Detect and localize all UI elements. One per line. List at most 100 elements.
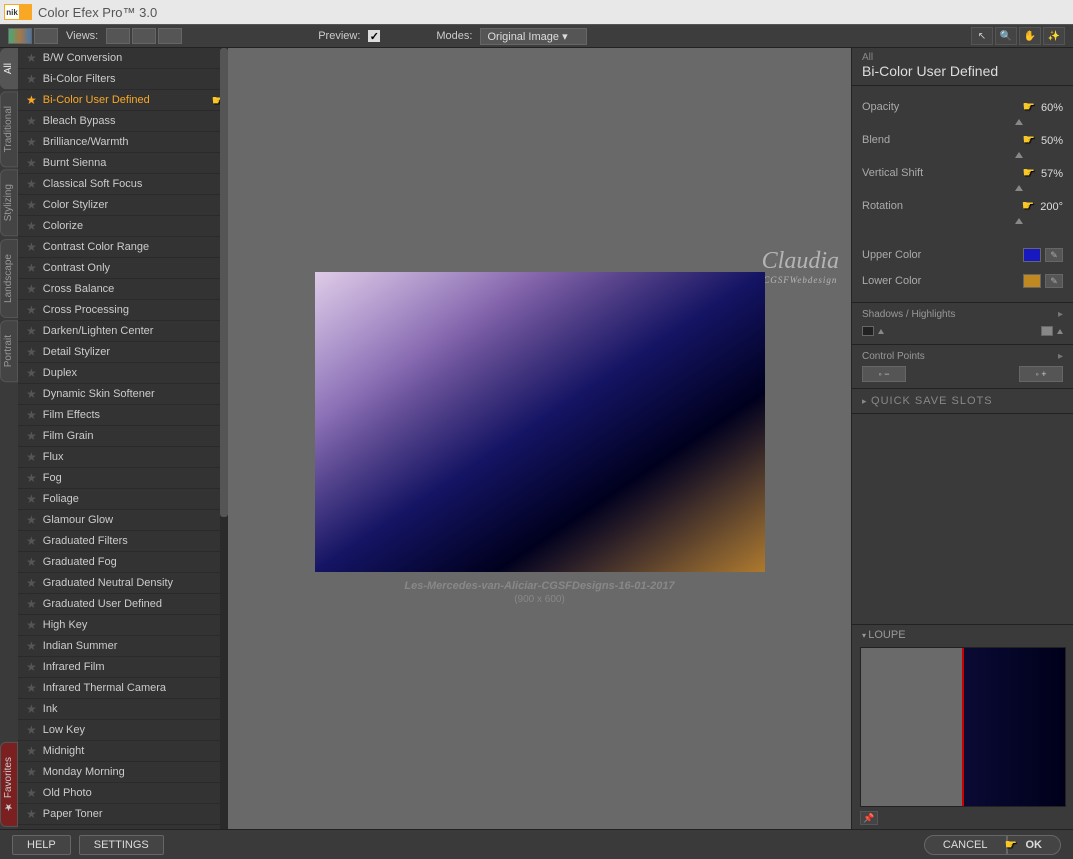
star-icon[interactable]: ★ bbox=[26, 177, 37, 191]
star-icon[interactable]: ★ bbox=[26, 324, 37, 338]
star-icon[interactable]: ★ bbox=[26, 156, 37, 170]
help-button[interactable]: HELP bbox=[12, 835, 71, 855]
star-icon[interactable]: ★ bbox=[26, 702, 37, 716]
slider-track[interactable] bbox=[862, 218, 1063, 226]
star-icon[interactable]: ★ bbox=[26, 471, 37, 485]
expand-icon[interactable]: ▸ bbox=[1058, 351, 1063, 362]
slider-row[interactable]: Vertical Shift☛57% bbox=[862, 160, 1063, 185]
pointer-tool-icon[interactable]: ↖ bbox=[971, 27, 993, 45]
slider-track[interactable] bbox=[862, 152, 1063, 160]
control-point-remove-button[interactable]: ◦ − bbox=[862, 366, 906, 382]
expand-icon[interactable]: ▸ bbox=[1058, 309, 1063, 320]
star-icon[interactable]: ★ bbox=[26, 93, 37, 107]
view-single-icon[interactable] bbox=[106, 28, 130, 44]
filmstrip-icon[interactable] bbox=[8, 28, 32, 44]
modes-select[interactable]: Original Image ▾ bbox=[480, 28, 586, 45]
filter-item[interactable]: ★Paper Toner bbox=[18, 804, 220, 825]
star-icon[interactable]: ★ bbox=[26, 282, 37, 296]
slider-row[interactable]: Blend☛50% bbox=[862, 127, 1063, 152]
filter-item[interactable]: ★Brilliance/Warmth bbox=[18, 132, 220, 153]
star-icon[interactable]: ★ bbox=[26, 114, 37, 128]
filter-item[interactable]: ★Cross Balance bbox=[18, 279, 220, 300]
loupe-pin-icon[interactable]: 📌 bbox=[860, 811, 878, 825]
star-icon[interactable]: ★ bbox=[26, 366, 37, 380]
star-icon[interactable]: ★ bbox=[26, 429, 37, 443]
slider-track[interactable] bbox=[862, 185, 1063, 193]
star-icon[interactable]: ★ bbox=[26, 261, 37, 275]
filter-item[interactable]: ★Old Photo bbox=[18, 783, 220, 804]
star-icon[interactable]: ★ bbox=[26, 681, 37, 695]
filter-item[interactable]: ★Glamour Glow bbox=[18, 510, 220, 531]
filter-scrollbar[interactable] bbox=[220, 48, 228, 829]
upper-color-swatch[interactable] bbox=[1023, 248, 1041, 262]
control-point-add-button[interactable]: ◦ + bbox=[1019, 366, 1063, 382]
star-icon[interactable]: ★ bbox=[26, 303, 37, 317]
filter-item[interactable]: ★Ink bbox=[18, 699, 220, 720]
filter-item[interactable]: ★Darken/Lighten Center bbox=[18, 321, 220, 342]
star-icon[interactable]: ★ bbox=[26, 72, 37, 86]
tab-all[interactable]: All bbox=[0, 48, 18, 89]
filter-item[interactable]: ★Indian Summer bbox=[18, 636, 220, 657]
star-icon[interactable]: ★ bbox=[26, 618, 37, 632]
filter-item[interactable]: ★Dynamic Skin Softener bbox=[18, 384, 220, 405]
filter-item[interactable]: ★Contrast Only bbox=[18, 258, 220, 279]
star-icon[interactable]: ★ bbox=[26, 492, 37, 506]
star-icon[interactable]: ★ bbox=[26, 576, 37, 590]
star-icon[interactable]: ★ bbox=[26, 387, 37, 401]
tab-stylizing[interactable]: Stylizing bbox=[0, 169, 18, 236]
filter-item[interactable]: ★Monday Morning bbox=[18, 762, 220, 783]
filter-item[interactable]: ★Graduated Neutral Density bbox=[18, 573, 220, 594]
filter-item[interactable]: ★Bi-Color Filters bbox=[18, 69, 220, 90]
filter-item[interactable]: ★Contrast Color Range bbox=[18, 237, 220, 258]
filter-item[interactable]: ★Bleach Bypass bbox=[18, 111, 220, 132]
tab-traditional[interactable]: Traditional bbox=[0, 91, 18, 167]
star-icon[interactable]: ★ bbox=[26, 765, 37, 779]
preview-checkbox[interactable]: ✓ bbox=[368, 30, 380, 42]
star-icon[interactable]: ★ bbox=[26, 807, 37, 821]
filter-item[interactable]: ★Color Stylizer bbox=[18, 195, 220, 216]
upper-color-dropper-icon[interactable]: ✎ bbox=[1045, 248, 1063, 262]
hand-tool-icon[interactable]: ✋ bbox=[1019, 27, 1041, 45]
filter-item[interactable]: ★Pastel bbox=[18, 825, 220, 829]
cancel-button[interactable]: CANCEL bbox=[924, 835, 1007, 855]
filter-item[interactable]: ★Graduated User Defined bbox=[18, 594, 220, 615]
filter-item[interactable]: ★Fog bbox=[18, 468, 220, 489]
filter-item[interactable]: ★Graduated Filters bbox=[18, 531, 220, 552]
view-split-icon[interactable] bbox=[132, 28, 156, 44]
filter-item[interactable]: ★Cross Processing bbox=[18, 300, 220, 321]
star-icon[interactable]: ★ bbox=[26, 198, 37, 212]
filter-item[interactable]: ★Midnight bbox=[18, 741, 220, 762]
star-icon[interactable]: ★ bbox=[26, 555, 37, 569]
filter-item[interactable]: ★Classical Soft Focus bbox=[18, 174, 220, 195]
tab-landscape[interactable]: Landscape bbox=[0, 239, 18, 318]
quick-save-slots[interactable]: QUICK SAVE SLOTS bbox=[852, 388, 1073, 414]
shadows-indicator[interactable] bbox=[862, 326, 874, 336]
star-icon[interactable]: ★ bbox=[26, 534, 37, 548]
slider-row[interactable]: Opacity☛60% bbox=[862, 94, 1063, 119]
filter-item[interactable]: ★Low Key bbox=[18, 720, 220, 741]
star-icon[interactable]: ★ bbox=[26, 135, 37, 149]
star-icon[interactable]: ★ bbox=[26, 513, 37, 527]
filter-item[interactable]: ★Film Effects bbox=[18, 405, 220, 426]
settings-button[interactable]: SETTINGS bbox=[79, 835, 164, 855]
tab-portrait[interactable]: Portrait bbox=[0, 320, 18, 382]
star-icon[interactable]: ★ bbox=[26, 450, 37, 464]
highlights-indicator[interactable] bbox=[1041, 326, 1053, 336]
view-side-icon[interactable] bbox=[158, 28, 182, 44]
loupe-header[interactable]: LOUPE bbox=[852, 624, 1073, 645]
filter-item[interactable]: ★Graduated Fog bbox=[18, 552, 220, 573]
star-icon[interactable]: ★ bbox=[26, 408, 37, 422]
star-icon[interactable]: ★ bbox=[26, 345, 37, 359]
lower-color-swatch[interactable] bbox=[1023, 274, 1041, 288]
star-icon[interactable]: ★ bbox=[26, 639, 37, 653]
filter-item[interactable]: ★Infrared Thermal Camera bbox=[18, 678, 220, 699]
filter-item[interactable]: ★B/W Conversion bbox=[18, 48, 220, 69]
star-icon[interactable]: ★ bbox=[26, 744, 37, 758]
tab-favorites[interactable]: Favorites bbox=[0, 742, 18, 827]
star-icon[interactable]: ★ bbox=[26, 51, 37, 65]
slider-track[interactable] bbox=[862, 119, 1063, 127]
filter-item[interactable]: ★Film Grain bbox=[18, 426, 220, 447]
filter-item[interactable]: ★Colorize bbox=[18, 216, 220, 237]
star-icon[interactable]: ★ bbox=[26, 828, 37, 829]
zoom-tool-icon[interactable]: 🔍 bbox=[995, 27, 1017, 45]
